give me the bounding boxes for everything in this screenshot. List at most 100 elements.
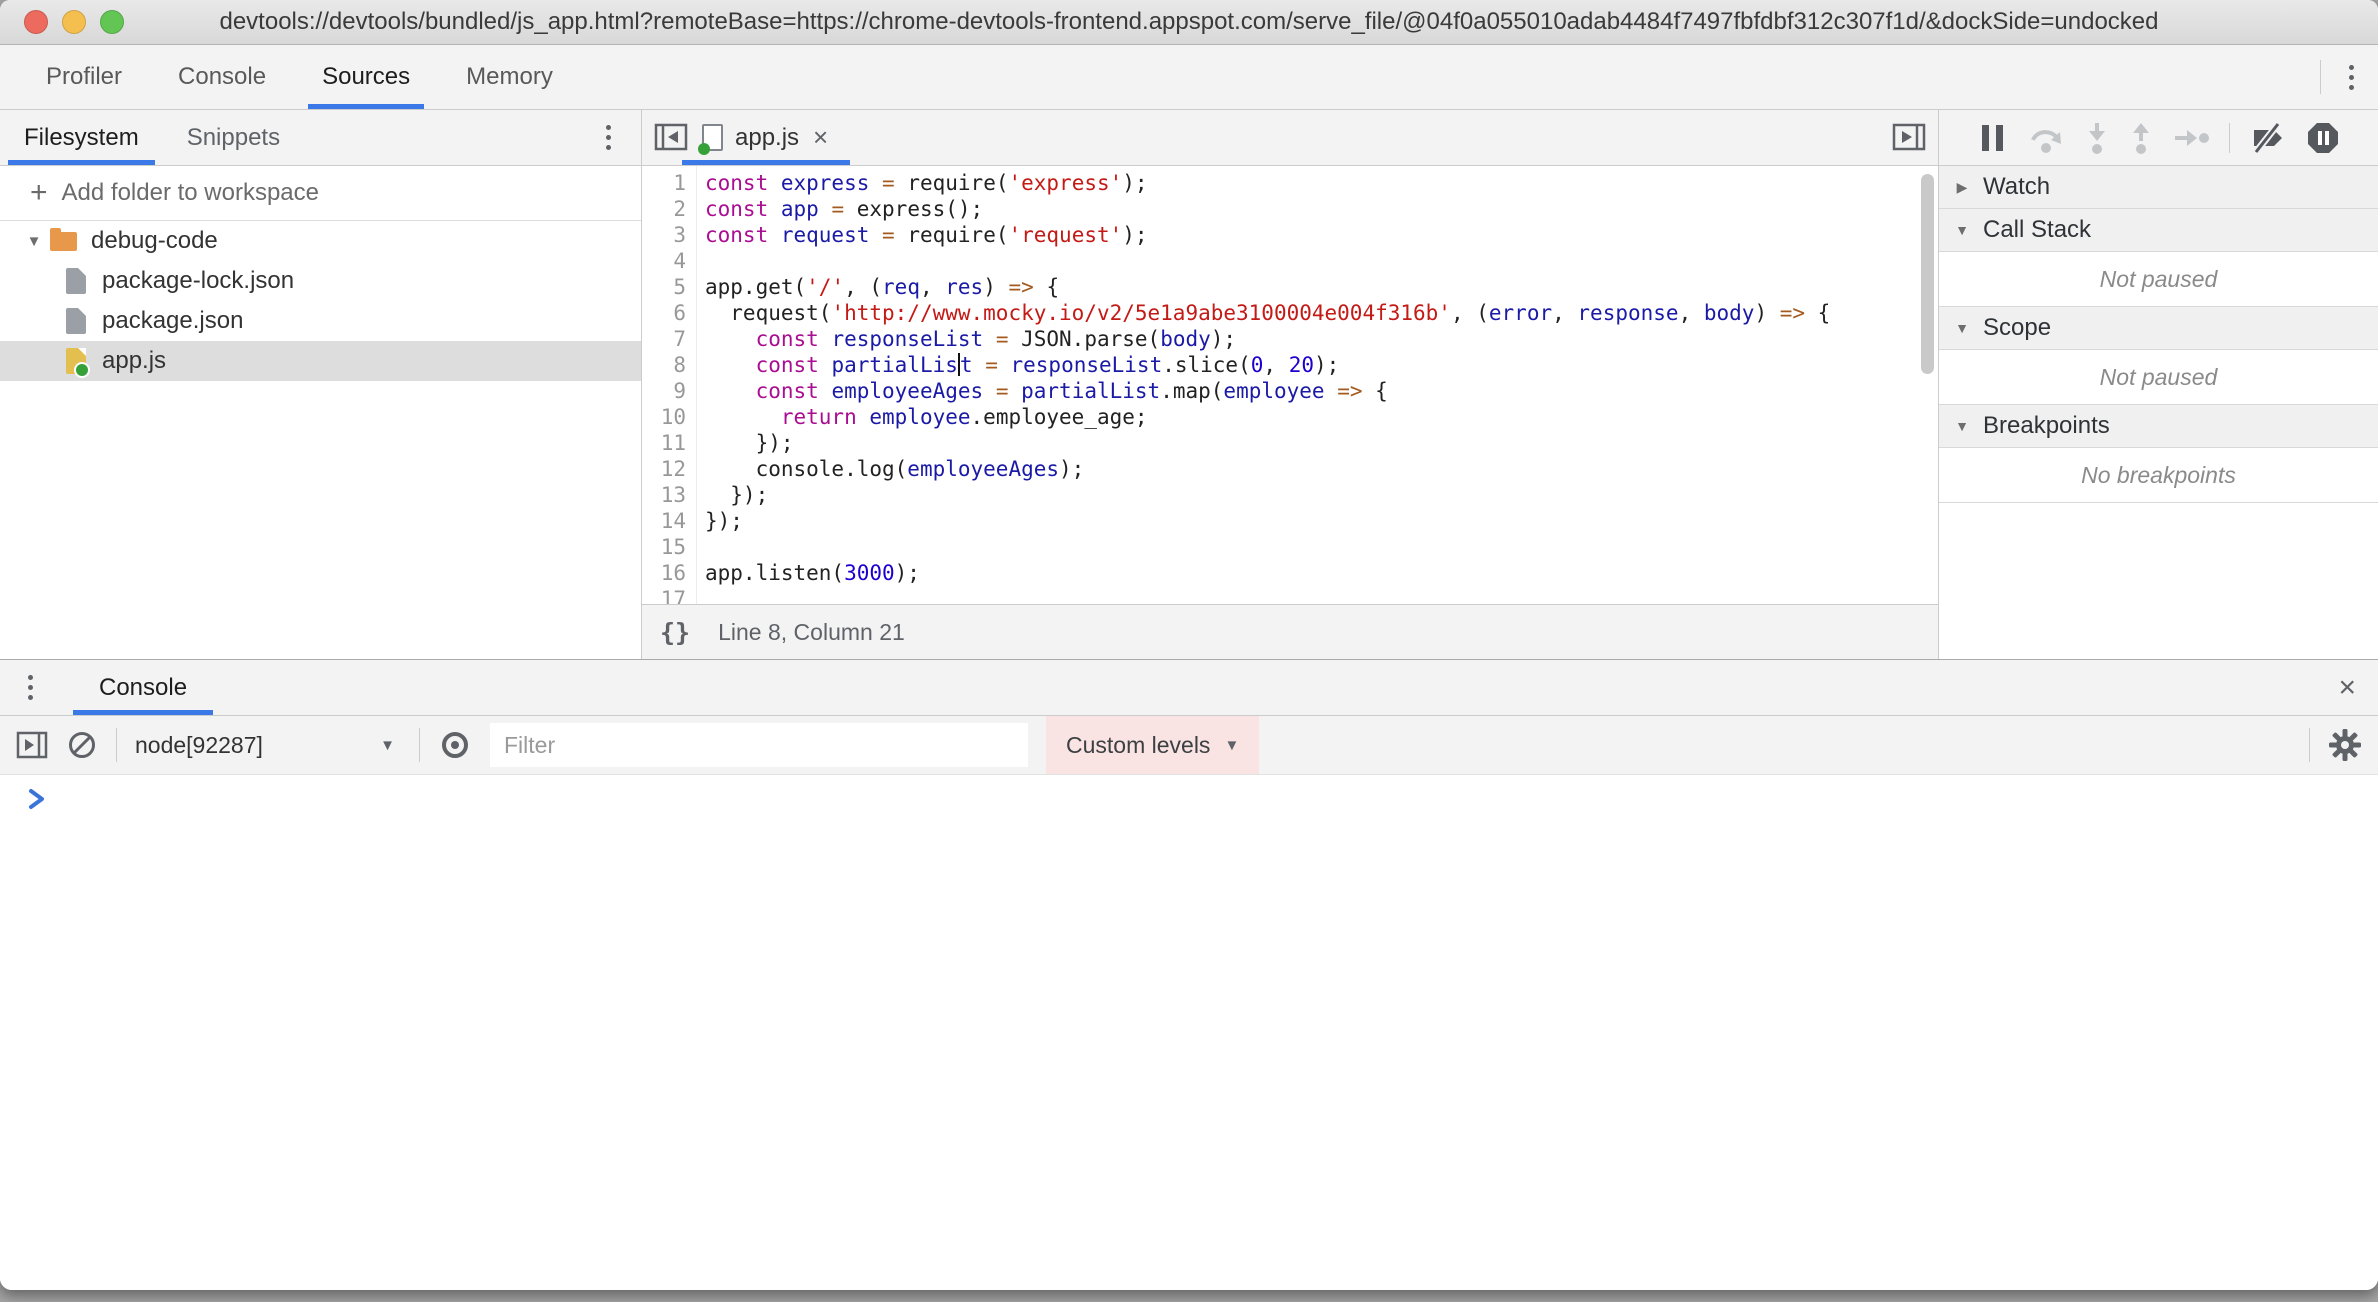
code-line: }); [705, 430, 1938, 456]
disclosure-triangle-icon: ▼ [1953, 418, 1971, 434]
line-number[interactable]: 12 [642, 456, 696, 482]
folder-icon [50, 232, 77, 251]
add-folder-label: Add folder to workspace [62, 179, 319, 207]
tree-item-label: package.json [102, 307, 243, 335]
context-label: node[92287] [135, 732, 263, 759]
tree-item-file[interactable]: package.json [0, 301, 641, 341]
clear-console-icon[interactable] [66, 729, 98, 761]
file-icon [66, 308, 86, 334]
tree-item-file-selected[interactable]: app.js [0, 341, 641, 381]
code-line: const partialList = responseList.slice(0… [705, 352, 1938, 378]
tab-memory[interactable]: Memory [438, 45, 581, 109]
section-header-breakpoints[interactable]: ▼ Breakpoints [1939, 405, 2378, 448]
line-number[interactable]: 8 [642, 352, 696, 378]
add-folder-button[interactable]: + Add folder to workspace [0, 166, 641, 221]
line-number[interactable]: 17 [642, 586, 696, 604]
line-number[interactable]: 14 [642, 508, 696, 534]
line-number[interactable]: 13 [642, 482, 696, 508]
editor-status-bar: {} Line 8, Column 21 [642, 604, 1938, 659]
filter-input[interactable] [490, 723, 1028, 767]
toolbar-divider [2229, 123, 2230, 153]
execution-context-select[interactable]: node[92287] ▼ [135, 732, 401, 759]
line-number[interactable]: 6 [642, 300, 696, 326]
step-icon[interactable] [2173, 127, 2209, 149]
line-number[interactable]: 9 [642, 378, 696, 404]
line-number[interactable]: 11 [642, 430, 696, 456]
tab-snippets[interactable]: Snippets [163, 110, 304, 165]
eye-icon[interactable] [438, 728, 472, 762]
chevron-down-icon: ▼ [380, 737, 395, 754]
code-line [705, 248, 1938, 274]
mapped-doc-icon [702, 124, 723, 151]
disclosure-triangle-icon: ▼ [1953, 320, 1971, 336]
section-header-call-stack[interactable]: ▼ Call Stack [1939, 209, 2378, 252]
editor-tab-appjs[interactable]: app.js × [682, 110, 850, 165]
main-menu-kebab-icon[interactable] [2339, 59, 2364, 96]
line-number[interactable]: 7 [642, 326, 696, 352]
call-stack-status: Not paused [1939, 252, 2378, 307]
code-line: const request = require('request'); [705, 222, 1938, 248]
navigator-kebab-icon[interactable] [596, 119, 621, 156]
sources-panel: Filesystem Snippets + Add folder to work… [0, 110, 2378, 659]
tab-filesystem[interactable]: Filesystem [0, 110, 163, 165]
debugger-sidebar: ▶ Watch ▼ Call Stack Not paused ▼ Scope … [1938, 110, 2378, 659]
line-number[interactable]: 4 [642, 248, 696, 274]
drawer-kebab-icon[interactable] [18, 669, 43, 706]
section-label: Breakpoints [1983, 412, 2110, 440]
log-levels-select[interactable]: Custom levels ▼ [1046, 716, 1259, 774]
line-number[interactable]: 3 [642, 222, 696, 248]
disclosure-triangle-icon: ▶ [1953, 179, 1971, 196]
pretty-print-icon[interactable]: {} [660, 618, 690, 647]
line-numbers[interactable]: 1234567891011121314151617 [642, 166, 697, 604]
line-number[interactable]: 1 [642, 170, 696, 196]
line-number[interactable]: 2 [642, 196, 696, 222]
line-number[interactable]: 16 [642, 560, 696, 586]
section-header-scope[interactable]: ▼ Scope [1939, 307, 2378, 350]
code-line: return employee.employee_age; [705, 404, 1938, 430]
toolbar-divider [2309, 728, 2310, 762]
gear-icon[interactable] [2328, 728, 2362, 762]
levels-label: Custom levels [1066, 732, 1210, 759]
deactivate-breakpoints-icon[interactable] [2250, 122, 2286, 154]
pause-on-exceptions-icon[interactable] [2306, 121, 2340, 155]
prompt-chevron-icon[interactable] [26, 787, 48, 811]
code-line: console.log(employeeAges); [705, 456, 1938, 482]
editor-scrollbar[interactable] [1921, 174, 1934, 374]
tab-profiler[interactable]: Profiler [18, 45, 150, 109]
file-tree: ▼ debug-code package-lock.json package.j… [0, 221, 641, 659]
minimize-window-button[interactable] [62, 10, 86, 34]
pause-icon[interactable] [1978, 125, 2007, 151]
code-line: request('http://www.mocky.io/v2/5e1a9abe… [705, 300, 1938, 326]
tab-console[interactable]: Console [150, 45, 294, 109]
show-console-sidebar-icon[interactable] [16, 731, 48, 759]
line-number[interactable]: 15 [642, 534, 696, 560]
section-label: Scope [1983, 314, 2051, 342]
close-drawer-icon[interactable]: × [2338, 660, 2356, 715]
tab-console-drawer[interactable]: Console [73, 660, 213, 715]
close-tab-icon[interactable]: × [811, 122, 830, 153]
tab-sources[interactable]: Sources [294, 45, 438, 109]
step-over-icon[interactable] [2027, 122, 2065, 154]
step-out-icon[interactable] [2129, 121, 2153, 155]
console-drawer: Console × node[92287] ▼ [0, 659, 2378, 1290]
code-lines[interactable]: const express = require('express');const… [697, 166, 1938, 604]
section-label: Watch [1983, 173, 2050, 201]
console-log-area[interactable] [0, 775, 2378, 1290]
code-editor[interactable]: 1234567891011121314151617 const express … [642, 166, 1938, 604]
editor-pane: app.js × 1234567891011121314151617 const… [642, 110, 1938, 659]
tree-item-folder[interactable]: ▼ debug-code [0, 221, 641, 261]
code-line: const employeeAges = partialList.map(emp… [705, 378, 1938, 404]
code-line: app.listen(3000); [705, 560, 1938, 586]
tree-item-file[interactable]: package-lock.json [0, 261, 641, 301]
close-window-button[interactable] [24, 10, 48, 34]
show-debugger-icon[interactable] [1892, 123, 1926, 151]
code-line: }); [705, 482, 1938, 508]
tree-item-label: package-lock.json [102, 267, 294, 295]
disclosure-triangle-icon[interactable]: ▼ [24, 233, 44, 250]
line-number[interactable]: 5 [642, 274, 696, 300]
section-header-watch[interactable]: ▶ Watch [1939, 166, 2378, 209]
line-number[interactable]: 10 [642, 404, 696, 430]
zoom-window-button[interactable] [100, 10, 124, 34]
scope-status: Not paused [1939, 350, 2378, 405]
step-into-icon[interactable] [2085, 121, 2109, 155]
